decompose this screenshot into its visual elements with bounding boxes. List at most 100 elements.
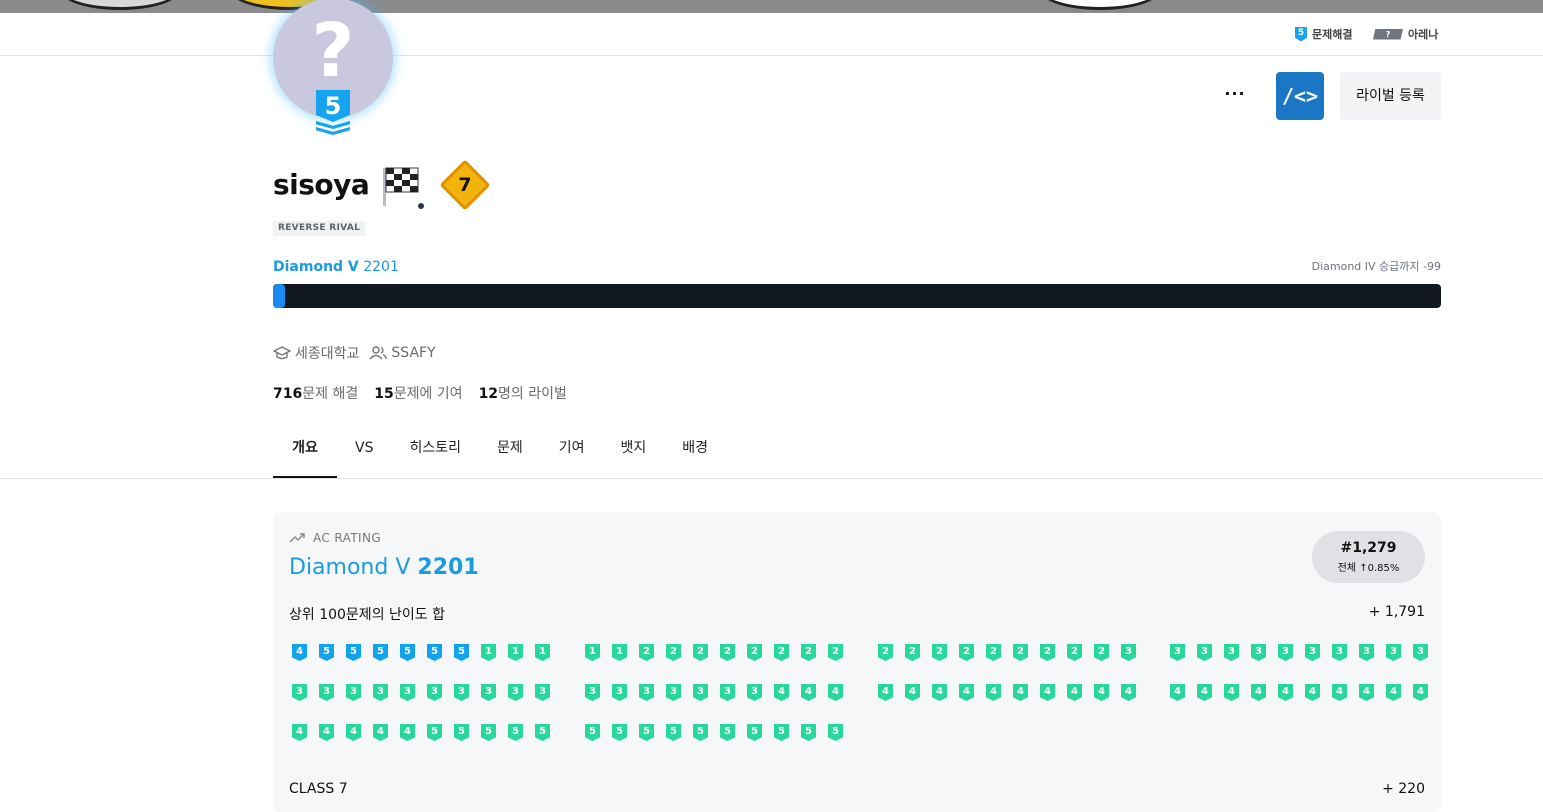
problem-tier-badge[interactable]: 2	[1010, 644, 1031, 661]
problem-tier-badge[interactable]: 3	[451, 684, 472, 701]
problem-tier-badge[interactable]: 3	[1302, 644, 1323, 661]
problem-tier-badge[interactable]: 3	[532, 684, 553, 701]
problem-tier-badge[interactable]: 5	[478, 724, 499, 741]
problem-tier-badge[interactable]: 5	[316, 644, 337, 661]
problem-tier-badge[interactable]: 4	[1383, 684, 1404, 701]
problem-tier-badge[interactable]: 4	[1118, 684, 1139, 701]
problem-tier-badge[interactable]: 2	[1037, 644, 1058, 661]
problem-tier-badge[interactable]: 1	[478, 644, 499, 661]
problem-tier-badge[interactable]: 5	[771, 724, 792, 741]
tab-overview[interactable]: 개요	[273, 428, 337, 479]
problem-tier-badge[interactable]: 4	[397, 724, 418, 741]
problem-tier-badge[interactable]: 4	[1221, 684, 1242, 701]
problem-tier-badge[interactable]: 3	[636, 684, 657, 701]
problem-tier-badge[interactable]: 5	[582, 724, 603, 741]
problem-tier-badge[interactable]: 2	[929, 644, 950, 661]
tab-vs[interactable]: VS	[337, 428, 391, 479]
problem-tier-badge[interactable]: 4	[798, 684, 819, 701]
tab-contributions[interactable]: 기여	[541, 428, 603, 479]
problem-tier-badge[interactable]: 4	[370, 724, 391, 741]
problem-tier-badge[interactable]: 5	[397, 644, 418, 661]
nav-arena-link[interactable]: ? 아레나	[1373, 26, 1438, 42]
problem-tier-badge[interactable]: 2	[744, 644, 765, 661]
problem-tier-badge[interactable]: 1	[532, 644, 553, 661]
problem-tier-badge[interactable]: 3	[717, 684, 738, 701]
problem-tier-badge[interactable]: 3	[343, 684, 364, 701]
problem-tier-badge[interactable]: 4	[902, 684, 923, 701]
problem-tier-badge[interactable]: 3	[397, 684, 418, 701]
problem-tier-badge[interactable]: 4	[929, 684, 950, 701]
problem-tier-badge[interactable]: 5	[370, 644, 391, 661]
problem-tier-badge[interactable]: 3	[1410, 644, 1431, 661]
tab-badges[interactable]: 뱃지	[603, 428, 665, 479]
problem-tier-badge[interactable]: 4	[875, 684, 896, 701]
problem-tier-badge[interactable]: 5	[505, 724, 526, 741]
problem-tier-badge[interactable]: 3	[1221, 644, 1242, 661]
problem-tier-badge[interactable]: 4	[316, 724, 337, 741]
problem-tier-badge[interactable]: 3	[609, 684, 630, 701]
problem-tier-badge[interactable]: 5	[825, 724, 846, 741]
nav-solved-link[interactable]: 5 문제해결	[1295, 26, 1352, 42]
problem-tier-badge[interactable]: 4	[1037, 684, 1058, 701]
problem-tier-badge[interactable]: 5	[609, 724, 630, 741]
problem-tier-badge[interactable]: 5	[744, 724, 765, 741]
problem-tier-badge[interactable]: 4	[1194, 684, 1215, 701]
contrib-stat[interactable]: 15문제에 기여	[374, 383, 462, 403]
problem-tier-badge[interactable]: 4	[1275, 684, 1296, 701]
problem-tier-badge[interactable]: 4	[956, 684, 977, 701]
problem-tier-badge[interactable]: 4	[289, 724, 310, 741]
problem-tier-badge[interactable]: 5	[424, 644, 445, 661]
problem-tier-badge[interactable]: 2	[798, 644, 819, 661]
problem-tier-badge[interactable]: 2	[690, 644, 711, 661]
problem-tier-badge[interactable]: 3	[1383, 644, 1404, 661]
problem-tier-badge[interactable]: 4	[825, 684, 846, 701]
problem-tier-badge[interactable]: 4	[1356, 684, 1377, 701]
problem-tier-badge[interactable]: 4	[1329, 684, 1350, 701]
problem-tier-badge[interactable]: 5	[532, 724, 553, 741]
problem-tier-badge[interactable]: 3	[663, 684, 684, 701]
problem-tier-badge[interactable]: 2	[636, 644, 657, 661]
problem-tier-badge[interactable]: 5	[424, 724, 445, 741]
problem-tier-badge[interactable]: 2	[875, 644, 896, 661]
problem-tier-badge[interactable]: 3	[1275, 644, 1296, 661]
problem-tier-badge[interactable]: 5	[343, 644, 364, 661]
problem-tier-badge[interactable]: 2	[771, 644, 792, 661]
problem-tier-badge[interactable]: 2	[1064, 644, 1085, 661]
problem-tier-badge[interactable]: 4	[289, 644, 310, 661]
problem-tier-badge[interactable]: 4	[1302, 684, 1323, 701]
problem-tier-badge[interactable]: 4	[983, 684, 1004, 701]
tab-backgrounds[interactable]: 배경	[664, 428, 726, 479]
rival-stat[interactable]: 12명의 라이벌	[479, 383, 567, 403]
problem-tier-badge[interactable]: 3	[1194, 644, 1215, 661]
problem-tier-badge[interactable]: 3	[370, 684, 391, 701]
problem-tier-badge[interactable]: 2	[902, 644, 923, 661]
solved-stat[interactable]: 716문제 해결	[273, 383, 358, 403]
problem-tier-badge[interactable]: 3	[582, 684, 603, 701]
problem-tier-badge[interactable]: 2	[717, 644, 738, 661]
problem-tier-badge[interactable]: 3	[289, 684, 310, 701]
problem-tier-badge[interactable]: 2	[983, 644, 1004, 661]
problem-tier-badge[interactable]: 2	[956, 644, 977, 661]
problem-tier-badge[interactable]: 4	[343, 724, 364, 741]
tab-history[interactable]: 히스토리	[391, 428, 479, 479]
rank-pill[interactable]: #1,279 전체 ↑0.85%	[1312, 531, 1425, 583]
problem-tier-badge[interactable]: 2	[825, 644, 846, 661]
org-link[interactable]: SSAFY	[369, 345, 436, 361]
problem-tier-badge[interactable]: 3	[478, 684, 499, 701]
problem-tier-badge[interactable]: 3	[744, 684, 765, 701]
problem-tier-badge[interactable]: 3	[1248, 644, 1269, 661]
more-options-button[interactable]: ···	[1219, 82, 1251, 110]
problem-tier-badge[interactable]: 5	[636, 724, 657, 741]
problem-tier-badge[interactable]: 4	[1410, 684, 1431, 701]
problem-tier-badge[interactable]: 2	[663, 644, 684, 661]
problem-tier-badge[interactable]: 3	[316, 684, 337, 701]
school-link[interactable]: 세종대학교	[273, 343, 359, 363]
problem-tier-badge[interactable]: 4	[771, 684, 792, 701]
problem-tier-badge[interactable]: 2	[1091, 644, 1112, 661]
problem-tier-badge[interactable]: 1	[582, 644, 603, 661]
problem-tier-badge[interactable]: 4	[1010, 684, 1031, 701]
problem-tier-badge[interactable]: 1	[505, 644, 526, 661]
code-share-button[interactable]: /<>	[1276, 72, 1324, 120]
problem-tier-badge[interactable]: 5	[798, 724, 819, 741]
problem-tier-badge[interactable]: 3	[1118, 644, 1139, 661]
